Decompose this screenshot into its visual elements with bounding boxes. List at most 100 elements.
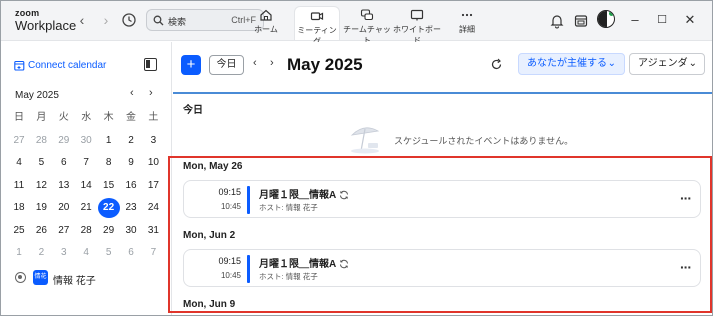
forward-arrow-icon[interactable]: › bbox=[98, 11, 114, 29]
apps-icon[interactable] bbox=[573, 13, 589, 29]
view-select[interactable]: アジェンダ ⌄ bbox=[629, 53, 705, 75]
calendar-day[interactable]: 27 bbox=[8, 131, 30, 151]
calendar-day[interactable]: 19 bbox=[30, 198, 52, 218]
calendar-day[interactable]: 4 bbox=[8, 153, 30, 173]
calendar-day[interactable]: 6 bbox=[120, 243, 142, 263]
refresh-icon[interactable] bbox=[490, 58, 503, 74]
next-period-icon[interactable]: › bbox=[270, 57, 274, 69]
calendar-day[interactable]: 5 bbox=[30, 153, 52, 173]
history-icon[interactable] bbox=[121, 12, 137, 28]
tab-label: 詳細 bbox=[459, 25, 475, 34]
event-more-button[interactable]: ··· bbox=[680, 190, 692, 206]
calendar-sidebar: Connect calendar May 2025 ‹ › 日月火水木金土 27 2… bbox=[1, 42, 172, 315]
tab-more[interactable]: 詳細 bbox=[444, 6, 490, 40]
calendar-day[interactable]: 3 bbox=[142, 131, 164, 151]
add-event-button[interactable]: + bbox=[181, 55, 201, 75]
calendar-day[interactable]: 24 bbox=[142, 198, 164, 218]
calendar-day[interactable]: 1 bbox=[98, 131, 120, 151]
weekday-label: 日 bbox=[14, 112, 24, 123]
app-window: zoom Workplace ‹ › 検索 Ctrl+F ホーム ミーティング … bbox=[0, 0, 713, 316]
close-icon[interactable]: ✕ bbox=[682, 11, 698, 29]
empty-state-message: スケジュールされたイベントはありません。 bbox=[394, 136, 574, 146]
calendar-day[interactable]: 14 bbox=[75, 176, 97, 196]
page-title: May 2025 bbox=[287, 55, 363, 74]
user-radio[interactable] bbox=[15, 272, 26, 283]
calendar-day[interactable]: 12 bbox=[30, 176, 52, 196]
today-button[interactable]: 今日 bbox=[209, 55, 244, 75]
connect-calendar-label: Connect calendar bbox=[28, 60, 107, 71]
calendar-day[interactable]: 7 bbox=[75, 153, 97, 173]
calendar-day-today[interactable]: 22 bbox=[97, 198, 120, 218]
view-select-value: アジェンダ bbox=[638, 58, 688, 69]
calendar-day[interactable]: 20 bbox=[53, 198, 75, 218]
calendar-day[interactable]: 31 bbox=[142, 221, 164, 241]
host-filter-value: あなたが主催する bbox=[527, 58, 607, 69]
collapse-panel-icon[interactable] bbox=[144, 58, 157, 71]
recurring-icon bbox=[340, 259, 349, 269]
calendar-day[interactable]: 17 bbox=[142, 176, 164, 196]
prev-month-icon[interactable]: ‹ bbox=[130, 87, 134, 99]
tab-team-chat[interactable]: チームチャット bbox=[343, 6, 391, 45]
search-icon bbox=[153, 15, 164, 26]
event-end-time: 10:45 bbox=[220, 271, 241, 280]
event-card[interactable]: 09:15 10:45 月曜１限＿情報A ホスト: 情報 花子 ··· bbox=[183, 249, 701, 287]
calendar-day[interactable]: 28 bbox=[30, 131, 52, 151]
calendar-day[interactable]: 2 bbox=[30, 243, 52, 263]
calendar-day[interactable]: 10 bbox=[142, 153, 164, 173]
chat-icon bbox=[360, 9, 374, 21]
prev-period-icon[interactable]: ‹ bbox=[253, 57, 257, 69]
weekday-label: 水 bbox=[81, 112, 92, 123]
host-filter-select[interactable]: あなたが主催する ⌄ bbox=[518, 53, 625, 75]
calendar-day[interactable]: 29 bbox=[98, 221, 120, 241]
calendar-day[interactable]: 21 bbox=[75, 198, 97, 218]
calendar-day[interactable]: 7 bbox=[142, 243, 164, 263]
chevron-down-icon: ⌄ bbox=[607, 58, 616, 69]
calendar-day[interactable]: 4 bbox=[75, 243, 97, 263]
calendar-day[interactable]: 29 bbox=[53, 131, 75, 151]
tab-home[interactable]: ホーム bbox=[243, 6, 289, 40]
home-icon bbox=[260, 9, 272, 21]
calendar-day[interactable]: 27 bbox=[53, 221, 75, 241]
calendar-day[interactable]: 11 bbox=[8, 176, 30, 196]
calendar-day[interactable]: 8 bbox=[98, 153, 120, 173]
calendar-day[interactable]: 26 bbox=[30, 221, 52, 241]
event-end-time: 10:45 bbox=[220, 202, 241, 211]
chevron-down-icon: ⌄ bbox=[688, 58, 697, 69]
day-header: Mon, Jun 2 bbox=[183, 230, 236, 241]
calendar-day[interactable]: 3 bbox=[53, 243, 75, 263]
event-more-button[interactable]: ··· bbox=[680, 259, 692, 275]
calendar-day[interactable]: 30 bbox=[120, 221, 142, 241]
whiteboard-icon bbox=[410, 9, 424, 21]
status-online-dot bbox=[608, 11, 614, 17]
event-start-time: 09:15 bbox=[218, 187, 241, 197]
event-card[interactable]: 09:15 10:45 月曜１限＿情報A ホスト: 情報 花子 ··· bbox=[183, 180, 701, 218]
calendar-day[interactable]: 13 bbox=[53, 176, 75, 196]
calendar-day[interactable]: 5 bbox=[98, 243, 120, 263]
avatar[interactable] bbox=[597, 10, 615, 28]
calendar-day[interactable]: 23 bbox=[120, 198, 142, 218]
tab-meetings[interactable]: ミーティング bbox=[294, 6, 340, 46]
event-title-row: 月曜１限＿情報A bbox=[259, 186, 349, 201]
bell-icon[interactable] bbox=[549, 13, 565, 29]
tab-whiteboard[interactable]: ホワイトボード bbox=[393, 6, 441, 45]
calendar-day[interactable]: 9 bbox=[120, 153, 142, 173]
calendar-day[interactable]: 30 bbox=[75, 131, 97, 151]
calendar-day[interactable]: 28 bbox=[75, 221, 97, 241]
today-divider bbox=[173, 92, 712, 94]
next-month-icon[interactable]: › bbox=[149, 87, 153, 99]
calendar-day[interactable]: 25 bbox=[8, 221, 30, 241]
maximize-icon[interactable]: ☐ bbox=[654, 11, 670, 29]
day-header: Mon, Jun 9 bbox=[183, 299, 236, 310]
calendar-day[interactable]: 18 bbox=[8, 198, 30, 218]
calendar-day[interactable]: 1 bbox=[8, 243, 30, 263]
calendar-day[interactable]: 16 bbox=[120, 176, 142, 196]
event-host: ホスト: 情報 花子 bbox=[259, 203, 318, 212]
calendar-toolbar: + 今日 ‹ › May 2025 あなたが主催する ⌄ アジェンダ ⌄ bbox=[173, 42, 712, 92]
calendar-day[interactable]: 6 bbox=[53, 153, 75, 173]
calendar-day[interactable]: 15 bbox=[98, 176, 120, 196]
calendar-day[interactable]: 2 bbox=[120, 131, 142, 151]
back-arrow-icon[interactable]: ‹ bbox=[74, 11, 90, 29]
recurring-icon bbox=[340, 190, 349, 200]
connect-calendar-link[interactable]: Connect calendar bbox=[14, 60, 106, 71]
minimize-icon[interactable]: – bbox=[627, 11, 643, 29]
